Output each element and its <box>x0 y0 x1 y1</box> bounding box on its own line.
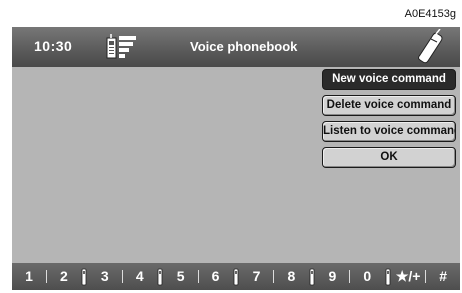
new-voice-command-button[interactable]: New voice command <box>322 69 456 90</box>
phone-separator-icon <box>157 268 164 286</box>
keypad-key-3[interactable]: 4 <box>123 263 157 290</box>
voice-phonebook-screen: 10:30 Voice phonebook New voice command … <box>12 27 460 290</box>
delete-voice-command-button[interactable]: Delete voice command <box>322 95 456 116</box>
keypad-key-7[interactable]: 8 <box>274 263 308 290</box>
keypad-key-8[interactable]: 9 <box>315 263 349 290</box>
listen-to-voice-command-button[interactable]: Listen to voice command <box>322 121 456 142</box>
voice-command-menu: New voice command Delete voice command L… <box>322 69 458 173</box>
reference-code: A0E4153g <box>404 8 456 20</box>
keypad-key-5[interactable]: 6 <box>199 263 233 290</box>
keypad-key-10[interactable]: ★/+ <box>391 263 425 290</box>
phone-separator-icon <box>81 268 88 286</box>
keypad-key-6[interactable]: 7 <box>240 263 274 290</box>
keypad-key-11[interactable]: # <box>426 263 460 290</box>
phone-separator-icon <box>308 268 315 286</box>
clock-time: 10:30 <box>34 38 73 54</box>
keypad-key-2[interactable]: 3 <box>88 263 122 290</box>
phonebook-icon <box>106 34 136 59</box>
ok-button[interactable]: OK <box>322 147 456 168</box>
phone-separator-icon <box>233 268 240 286</box>
phone-separator-icon <box>384 268 391 286</box>
mobile-phone-icon <box>418 29 443 64</box>
screen-title: Voice phonebook <box>190 39 298 54</box>
header-bar: 10:30 Voice phonebook <box>12 27 460 67</box>
keypad-key-4[interactable]: 5 <box>164 263 198 290</box>
keypad-key-1[interactable]: 2 <box>47 263 81 290</box>
keypad-key-9[interactable]: 0 <box>350 263 384 290</box>
numeric-keypad-bar: 1 2 3 4 5 6 7 8 9 0 ★/+ # <box>12 263 460 290</box>
keypad-key-0[interactable]: 1 <box>12 263 46 290</box>
